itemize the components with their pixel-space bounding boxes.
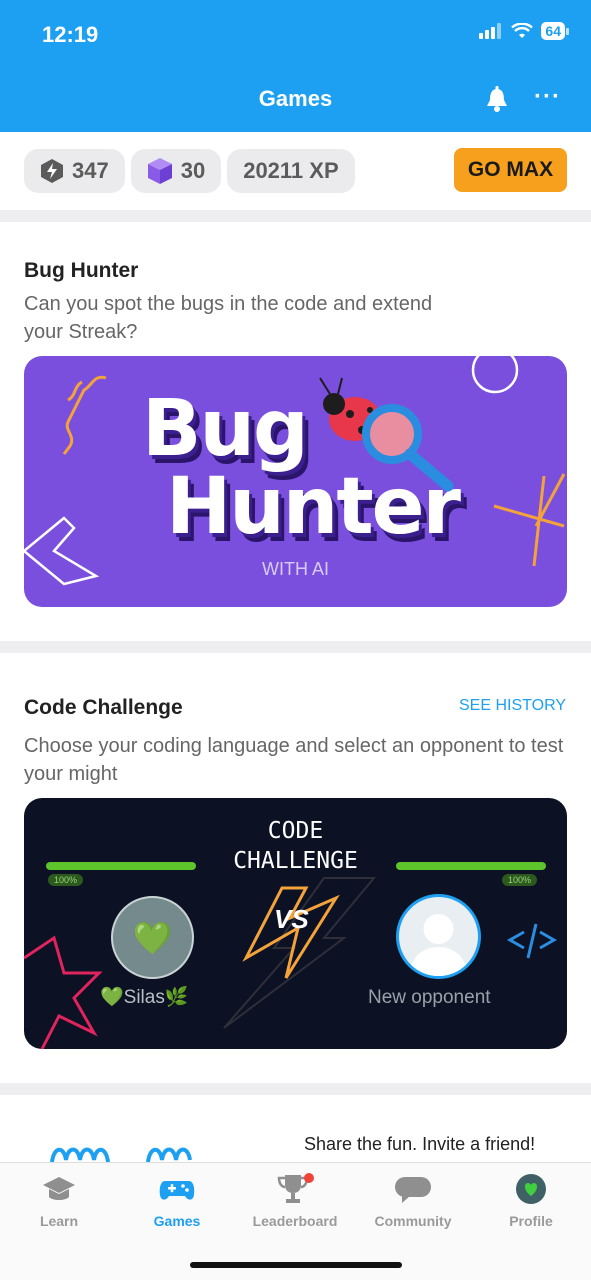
graduation-cap-icon — [43, 1177, 75, 1200]
cubes-value: 30 — [180, 158, 206, 183]
hands-decoration-icon — [50, 1147, 192, 1162]
gems-counter[interactable]: 347 — [24, 149, 125, 193]
code-challenge-title: Code Challenge — [24, 696, 183, 719]
green-heart-icon: 💚 — [132, 919, 173, 956]
tab-leaderboard[interactable]: Leaderboard — [236, 1173, 354, 1229]
more-options-icon[interactable]: ··· — [534, 85, 561, 109]
trophy-icon — [277, 1173, 314, 1203]
tab-games-label: Games — [153, 1213, 201, 1229]
section-divider — [0, 210, 591, 222]
banner-challenge-word: CHALLENGE — [233, 848, 358, 874]
profile-avatar-icon — [516, 1174, 546, 1204]
purple-cube-icon — [147, 158, 172, 184]
bug-hunter-banner[interactable]: Bug Hunter WITH AI — [24, 356, 567, 607]
section-divider — [0, 1083, 591, 1095]
tab-community[interactable]: Community — [354, 1173, 472, 1229]
ladybug-magnifier-icon — [319, 377, 454, 492]
opponent-name[interactable]: New opponent — [368, 987, 491, 1009]
default-person-icon — [409, 914, 468, 976]
xp-value: 20211 XP — [243, 158, 339, 183]
tab-profile-label: Profile — [509, 1213, 553, 1229]
app-header: 12:19 64 Games ··· — [0, 0, 591, 132]
tab-leaderboard-label: Leaderboard — [252, 1213, 338, 1229]
cubes-counter[interactable]: 30 — [130, 149, 222, 193]
tab-learn-label: Learn — [39, 1213, 79, 1229]
opponent-health-bar — [396, 862, 546, 870]
status-time: 12:19 — [42, 22, 99, 47]
vs-label: VS — [274, 904, 309, 934]
battery-indicator: 64 — [541, 22, 569, 40]
opponent-health-value: 100% — [502, 874, 538, 886]
status-icons: 64 — [479, 22, 569, 40]
bug-hunter-title: Bug Hunter — [24, 259, 139, 282]
tab-profile[interactable]: Profile — [472, 1173, 590, 1229]
notification-dot — [304, 1173, 314, 1183]
bug-hunter-description: Can you spot the bugs in the code and ex… — [24, 293, 433, 343]
invite-friend-text[interactable]: Share the fun. Invite a friend! — [304, 1134, 535, 1155]
player-name: 💚Silas🌿 — [100, 987, 189, 1008]
player-health-bar — [46, 862, 196, 870]
opponent-avatar[interactable] — [396, 894, 481, 979]
section-divider — [0, 641, 591, 653]
signal-icon — [479, 23, 502, 39]
chat-bubble-icon — [395, 1177, 431, 1203]
banner-subtitle: WITH AI — [262, 559, 329, 579]
banner-code-word: CODE — [267, 818, 324, 844]
notification-bell-icon[interactable] — [484, 86, 510, 114]
wifi-icon — [511, 23, 534, 38]
see-history-link[interactable]: SEE HISTORY — [459, 697, 566, 715]
stats-bar: 347 30 20211 XP GO MAX — [0, 132, 591, 210]
bolt-gem-icon — [41, 159, 63, 183]
code-challenge-description: Choose your coding language and select a… — [24, 735, 564, 785]
player-health-value: 100% — [48, 874, 84, 886]
xp-counter[interactable]: 20211 XP — [227, 149, 355, 193]
player-avatar: 💚 — [111, 896, 194, 979]
gems-value: 347 — [72, 158, 109, 183]
tab-games[interactable]: Games — [118, 1173, 236, 1229]
tab-community-label: Community — [374, 1213, 452, 1229]
home-indicator[interactable] — [190, 1262, 402, 1268]
tab-learn[interactable]: Learn — [0, 1173, 118, 1229]
code-challenge-banner[interactable]: CODE CHALLENGE VS 100% 100% 💚 💚Silas🌿 Ne… — [24, 798, 567, 1049]
go-max-button[interactable]: GO MAX — [454, 148, 567, 192]
banner-bug-word: Bug — [142, 384, 309, 474]
gamepad-icon — [159, 1181, 195, 1200]
